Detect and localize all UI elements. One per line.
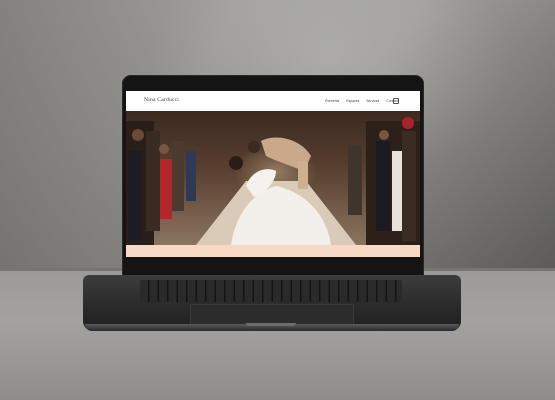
nav-link-spaces[interactable]: Espaces [346, 99, 359, 103]
wedding-photo [126, 117, 420, 245]
keyboard [140, 280, 402, 302]
hero-caption: Nina Carducci [262, 237, 284, 241]
cart-icon[interactable] [393, 98, 399, 104]
site-brand[interactable]: Nina Carducci [144, 97, 179, 103]
footer-bar [126, 245, 420, 257]
trackpad [190, 304, 354, 325]
nav-link-services[interactable]: Services [366, 99, 379, 103]
site-header: Nina Carducci Évenents Espaces Services … [126, 91, 420, 111]
hero-image: Nina Carducci [126, 111, 420, 245]
site-nav: Évenents Espaces Services Contact [325, 99, 398, 103]
nav-link-events[interactable]: Évenents [325, 99, 339, 103]
laptop-notch [246, 323, 296, 326]
laptop-screen: Nina Carducci Évenents Espaces Services … [126, 91, 420, 257]
